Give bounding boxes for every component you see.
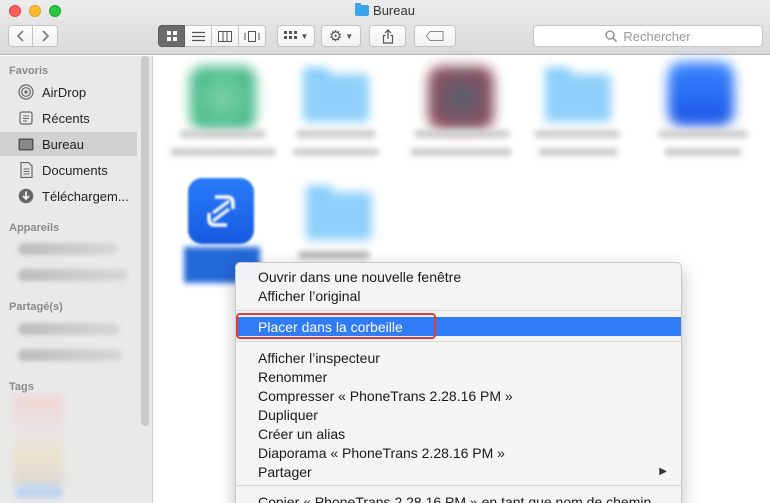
search-placeholder: Rechercher (623, 28, 691, 44)
menu-separator (236, 341, 681, 342)
file-icon[interactable] (428, 66, 494, 130)
tag-icon (426, 31, 444, 41)
share-icon (382, 28, 393, 44)
sidebar: Favoris AirDrop Récents Bureau Documents… (0, 56, 153, 503)
sidebar-item-label: Récents (42, 110, 90, 126)
shared-item[interactable] (18, 323, 120, 335)
sidebar-item-label: AirDrop (42, 84, 87, 100)
chevron-left-icon (16, 30, 24, 42)
device-item[interactable] (18, 243, 118, 255)
file-label (293, 148, 379, 156)
file-label (538, 148, 618, 156)
file-label (296, 130, 376, 138)
window-title-text: Bureau (373, 3, 415, 18)
back-button[interactable] (8, 25, 33, 47)
sidebar-item-label: Téléchargem... (42, 188, 129, 204)
highlight-annotation-box (236, 313, 436, 339)
file-label (410, 148, 512, 156)
file-label (170, 148, 276, 156)
folder-icon (355, 3, 370, 16)
file-icon[interactable] (668, 62, 734, 126)
chevron-down-icon: ▼ (300, 31, 309, 41)
cover-flow-button[interactable] (239, 25, 266, 47)
sidebar-item-label: Bureau (42, 136, 84, 152)
file-label (534, 130, 620, 138)
menu-item-compress[interactable]: Compresser « PhoneTrans 2.28.16 PM » (236, 386, 681, 405)
icon-view-icon (166, 31, 177, 41)
tags-header: Tags (9, 381, 34, 393)
folder-icon[interactable] (306, 186, 372, 240)
window-title: Bureau (0, 3, 770, 18)
folder-icon[interactable] (545, 68, 611, 122)
shared-header: Partagé(s) (9, 301, 63, 313)
menu-item-label: Partager (258, 463, 312, 480)
sidebar-item-documents[interactable]: Documents (0, 158, 137, 182)
column-view-button[interactable] (212, 25, 239, 47)
menu-separator (236, 485, 681, 486)
menu-item-copy-as-pathname[interactable]: Copier « PhoneTrans 2.28.16 PM » en tant… (236, 492, 681, 503)
devices-header: Appareils (9, 222, 60, 234)
desktop-icon (18, 136, 34, 152)
device-item[interactable] (18, 269, 128, 281)
file-label (414, 130, 510, 138)
folder-icon[interactable] (303, 68, 369, 122)
action-button[interactable]: ⚙ ▼ (321, 25, 361, 47)
file-label (180, 130, 266, 138)
airdrop-icon (18, 84, 34, 100)
sidebar-item-recents[interactable]: Récents (0, 106, 137, 130)
sidebar-item-bureau[interactable]: Bureau (0, 132, 137, 156)
chevron-right-icon (42, 30, 49, 42)
sidebar-scrollbar[interactable] (141, 56, 149, 426)
menu-item-make-alias[interactable]: Créer un alias (236, 424, 681, 443)
context-menu: Ouvrir dans une nouvelle fenêtre Affiche… (235, 262, 682, 503)
menu-item-open-new-window[interactable]: Ouvrir dans une nouvelle fenêtre (236, 267, 681, 286)
menu-item-get-info[interactable]: Afficher l’inspecteur (236, 348, 681, 367)
submenu-arrow-icon: ▶ (659, 466, 667, 477)
forward-button[interactable] (33, 25, 58, 47)
documents-icon (18, 162, 34, 178)
arrange-button[interactable]: ▼ (277, 25, 315, 47)
downloads-icon (18, 188, 34, 204)
menu-item-show-original[interactable]: Afficher l’original (236, 286, 681, 305)
icon-view-button[interactable] (158, 25, 185, 47)
share-button[interactable] (369, 25, 406, 47)
file-label (664, 148, 742, 156)
phonetrans-logo-icon (207, 195, 235, 227)
file-icon[interactable] (190, 66, 256, 130)
list-view-icon (191, 31, 205, 41)
menu-item-share[interactable]: Partager ▶ (236, 462, 681, 481)
file-label (298, 251, 370, 259)
chevron-down-icon: ▼ (345, 31, 354, 41)
tags-button[interactable] (414, 25, 456, 47)
tag-items[interactable] (14, 396, 64, 486)
recents-icon (18, 110, 34, 126)
search-field[interactable]: Rechercher (533, 25, 763, 47)
shared-item[interactable] (18, 349, 122, 361)
phonetrans-app-icon[interactable] (188, 178, 254, 244)
menu-separator (236, 310, 681, 311)
cover-flow-icon (244, 30, 260, 42)
finder-toolbar: Bureau ▼ ⚙ ▼ Rechercher (0, 0, 770, 55)
sidebar-item-airdrop[interactable]: AirDrop (0, 80, 137, 104)
favorites-header: Favoris (9, 65, 49, 77)
tag-item[interactable] (16, 486, 62, 498)
menu-item-rename[interactable]: Renommer (236, 367, 681, 386)
list-view-button[interactable] (185, 25, 212, 47)
column-view-icon (218, 30, 232, 42)
file-label (658, 130, 748, 138)
sidebar-item-downloads[interactable]: Téléchargem... (0, 184, 137, 208)
grid-arrange-icon (283, 31, 297, 39)
search-icon (605, 30, 618, 42)
menu-item-slideshow[interactable]: Diaporama « PhoneTrans 2.28.16 PM » (236, 443, 681, 462)
sidebar-item-label: Documents (42, 162, 108, 178)
menu-item-duplicate[interactable]: Dupliquer (236, 405, 681, 424)
gear-icon: ⚙ (328, 28, 343, 45)
